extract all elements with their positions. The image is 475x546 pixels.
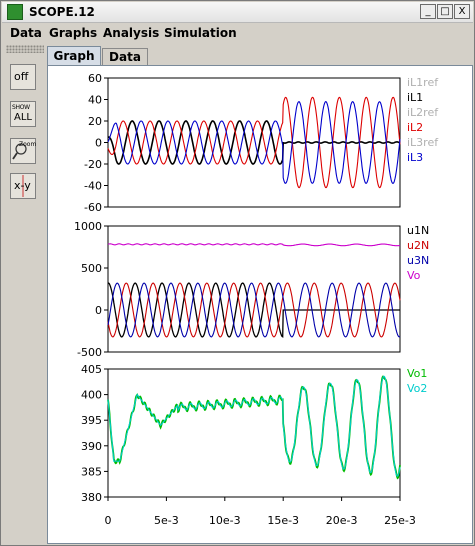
y-tick-label: 405 bbox=[81, 363, 102, 376]
tab-graph[interactable]: Graph bbox=[47, 46, 101, 65]
y-tick-label: -60 bbox=[84, 201, 102, 214]
legend-entry: u1N bbox=[407, 224, 429, 237]
x-tick-label: 5e-3 bbox=[154, 514, 179, 527]
legend-entry: iL2ref bbox=[407, 106, 439, 119]
xy-label: x-y bbox=[14, 179, 31, 192]
scope-plots: 60 40 20 0 -20 -40 -60 iL1ref iL1 iL2ref iL2 iL3ref… bbox=[74, 72, 439, 527]
y-tick-label: 380 bbox=[81, 491, 102, 504]
y-tick-label: -500 bbox=[77, 346, 102, 359]
y-tick-label: 400 bbox=[81, 389, 102, 402]
x-tick-label: 15e-3 bbox=[267, 514, 299, 527]
menu-bar: Data Graphs Analysis Simulation bbox=[2, 23, 473, 43]
window-title: SCOPE.12 bbox=[29, 5, 95, 19]
legend-entry: u3N bbox=[407, 254, 429, 267]
series-Vo1 bbox=[107, 375, 401, 480]
xy-button[interactable]: x-y bbox=[10, 173, 36, 199]
menu-analysis[interactable]: Analysis bbox=[103, 26, 159, 40]
y-tick-label: 0 bbox=[95, 304, 102, 317]
legend-entry: iL3ref bbox=[407, 136, 439, 149]
zoom-label: Zoom bbox=[19, 141, 37, 148]
y-tick-label: 385 bbox=[81, 465, 102, 478]
y-tick-label: 395 bbox=[81, 414, 102, 427]
legend-entry: Vo bbox=[407, 269, 421, 282]
tab-data[interactable]: Data bbox=[102, 48, 148, 65]
close-button[interactable]: X bbox=[454, 4, 470, 19]
maximize-button[interactable]: □ bbox=[437, 4, 453, 19]
y-tick-label: 500 bbox=[81, 262, 102, 275]
off-button-label: off bbox=[14, 70, 29, 83]
y-tick-label: 20 bbox=[88, 115, 102, 128]
y-tick-label: 390 bbox=[81, 440, 102, 453]
legend-entry: Vo2 bbox=[407, 382, 427, 395]
legend-entry: iL3 bbox=[407, 151, 423, 164]
menu-data[interactable]: Data bbox=[10, 26, 42, 40]
graph-panel: 60 40 20 0 -20 -40 -60 iL1ref iL1 iL2ref iL2 iL3ref… bbox=[47, 65, 473, 544]
show-all-label-bottom: ALL bbox=[14, 112, 32, 123]
y-tick-label: 1000 bbox=[74, 220, 102, 233]
show-all-button[interactable]: SHOW ALL bbox=[10, 101, 36, 127]
y-tick-label: 40 bbox=[88, 94, 102, 107]
x-tick-label: 20e-3 bbox=[326, 514, 358, 527]
legend-entry: iL2 bbox=[407, 121, 423, 134]
x-tick-label: 0 bbox=[105, 514, 112, 527]
minimize-button[interactable]: _ bbox=[420, 4, 436, 19]
menu-simulation[interactable]: Simulation bbox=[164, 26, 237, 40]
x-tick-label: 25e-3 bbox=[384, 514, 416, 527]
legend-entry: iL1ref bbox=[407, 76, 439, 89]
legend-entry: iL1 bbox=[407, 91, 423, 104]
scope-window: SCOPE.12 _ □ X Data Graphs Analysis Simu… bbox=[0, 0, 475, 546]
legend-entry: u2N bbox=[407, 239, 429, 252]
legend-entry: Vo1 bbox=[407, 367, 427, 380]
title-bar[interactable]: SCOPE.12 _ □ X bbox=[2, 2, 473, 23]
plot-frame bbox=[107, 368, 401, 498]
toolbar-grip[interactable] bbox=[6, 45, 44, 53]
y-tick-label: -20 bbox=[84, 158, 102, 171]
off-button[interactable]: off bbox=[10, 64, 36, 90]
y-tick-label: -40 bbox=[84, 180, 102, 193]
show-all-label-top: SHOW bbox=[12, 104, 30, 111]
zoom-button[interactable]: Zoom bbox=[10, 138, 36, 164]
series-Vo2 bbox=[107, 375, 401, 477]
y-tick-label: 60 bbox=[88, 72, 102, 85]
y-tick-label: 0 bbox=[95, 137, 102, 150]
app-icon bbox=[7, 4, 23, 20]
series-Vo bbox=[107, 243, 401, 247]
menu-graphs[interactable]: Graphs bbox=[49, 26, 97, 40]
x-tick-label: 10e-3 bbox=[209, 514, 241, 527]
